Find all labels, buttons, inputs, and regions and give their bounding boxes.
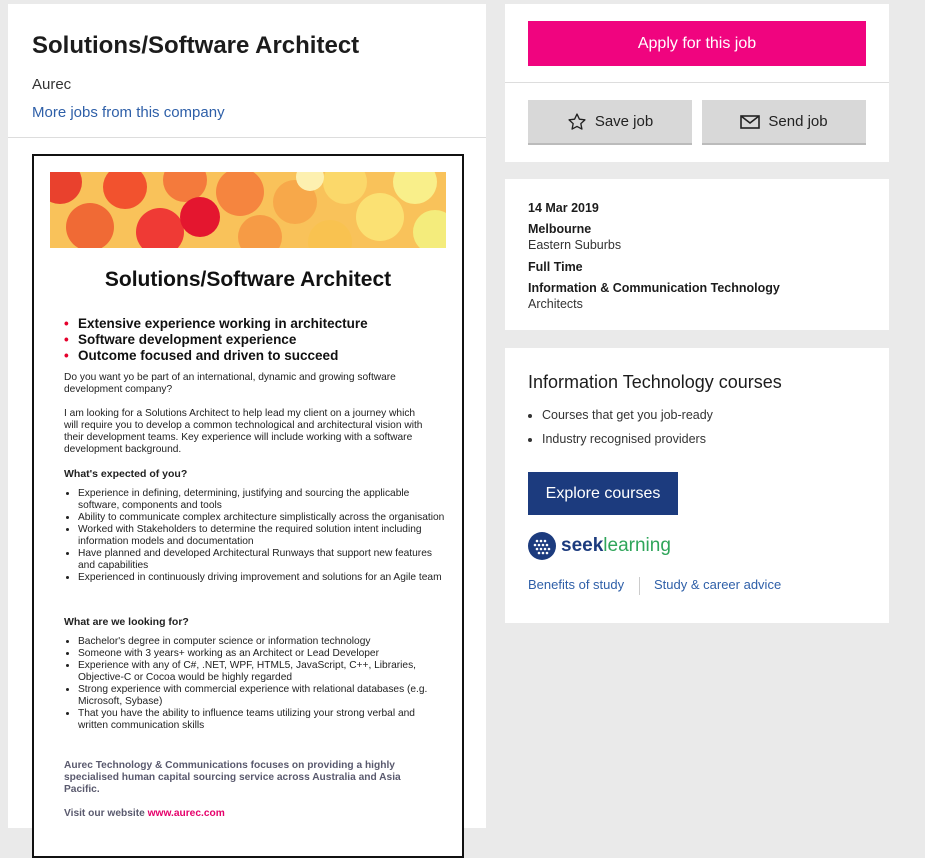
apply-panel: Apply for this job Save job Send job [505, 4, 889, 162]
ad-expected-list: Experience in defining, determining, jus… [64, 488, 446, 584]
list-item: Have planned and developed Architectural… [78, 548, 446, 572]
courses-panel: Information Technology courses Courses t… [505, 348, 889, 623]
listing-date: 14 Mar 2019 [528, 201, 599, 215]
list-item: That you have the ability to influence t… [78, 708, 446, 732]
ad-highlights: Extensive experience working in architec… [62, 316, 368, 364]
ad-company-blurb: Aurec Technology & Communications focuse… [64, 760, 401, 795]
list-item: Software development experience [64, 332, 368, 348]
job-sub-classification: Architects [528, 297, 583, 311]
course-points: Courses that get you job-ready Industry … [528, 408, 713, 456]
ad-title: Solutions/Software Architect [104, 268, 392, 291]
list-item: Someone with 3 years+ working as an Arch… [78, 648, 446, 660]
mail-icon [740, 114, 761, 129]
ad-website-label: Visit our website [64, 808, 148, 819]
send-job-label: Send job [768, 113, 828, 130]
seek-logo-icon [528, 532, 556, 560]
list-item: Strong experience with commercial experi… [78, 684, 446, 708]
logo-word-seek: seek [561, 535, 604, 556]
job-title: Solutions/Software Architect [32, 32, 360, 59]
list-item: Ability to communicate complex architect… [78, 512, 446, 524]
logo-word-learning: learning [603, 535, 671, 556]
ad-website-link[interactable]: www.aurec.com [148, 808, 225, 819]
more-jobs-link[interactable]: More jobs from this company [32, 104, 225, 121]
divider [505, 82, 889, 83]
ad-website-line: Visit our website www.aurec.com [64, 808, 225, 819]
study-career-advice-link[interactable]: Study & career advice [654, 577, 781, 592]
seek-learning-logo: seeklearning [528, 532, 671, 560]
ad-intro-paragraph: I am looking for a Solutions Architect t… [64, 408, 423, 455]
apply-button[interactable]: Apply for this job [528, 21, 866, 66]
list-item: Experience with any of C#, .NET, WPF, HT… [78, 660, 446, 684]
job-ad: Solutions/Software Architect Extensive e… [32, 154, 464, 858]
ad-section-heading: What's expected of you? [64, 468, 188, 480]
courses-heading: Information Technology courses [528, 372, 782, 392]
ad-banner-image [50, 172, 446, 248]
ad-section-heading: What are we looking for? [64, 616, 189, 628]
list-item: Worked with Stakeholders to determine th… [78, 524, 446, 548]
job-classification: Information & Communication Technology [528, 281, 780, 295]
list-item: Industry recognised providers [542, 432, 713, 446]
job-info-panel: 14 Mar 2019 Melbourne Eastern Suburbs Fu… [505, 179, 889, 330]
work-type: Full Time [528, 260, 583, 274]
benefits-of-study-link[interactable]: Benefits of study [528, 577, 624, 592]
explore-courses-button[interactable]: Explore courses [528, 472, 678, 515]
job-description: Solutions/Software Architect Extensive e… [8, 138, 486, 858]
ad-intro-paragraph: Do you want yo be part of an internation… [64, 372, 396, 395]
list-item: Courses that get you job-ready [542, 408, 713, 422]
list-item: Experience in defining, determining, jus… [78, 488, 446, 512]
job-area: Eastern Suburbs [528, 238, 622, 252]
save-job-label: Save job [594, 113, 654, 130]
job-location: Melbourne [528, 222, 592, 236]
list-item: Extensive experience working in architec… [64, 316, 368, 332]
ad-looking-list: Bachelor's degree in computer science or… [64, 636, 446, 732]
save-job-button[interactable]: Save job [528, 100, 692, 145]
send-job-button[interactable]: Send job [702, 100, 866, 145]
list-item: Outcome focused and driven to succeed [64, 348, 368, 364]
list-item: Experienced in continuously driving impr… [78, 572, 446, 584]
company-name: Aurec [32, 76, 72, 93]
star-icon [568, 112, 586, 130]
list-item: Bachelor's degree in computer science or… [78, 636, 446, 648]
link-divider [639, 577, 640, 595]
job-header: Solutions/Software Architect Aurec More … [8, 4, 486, 138]
